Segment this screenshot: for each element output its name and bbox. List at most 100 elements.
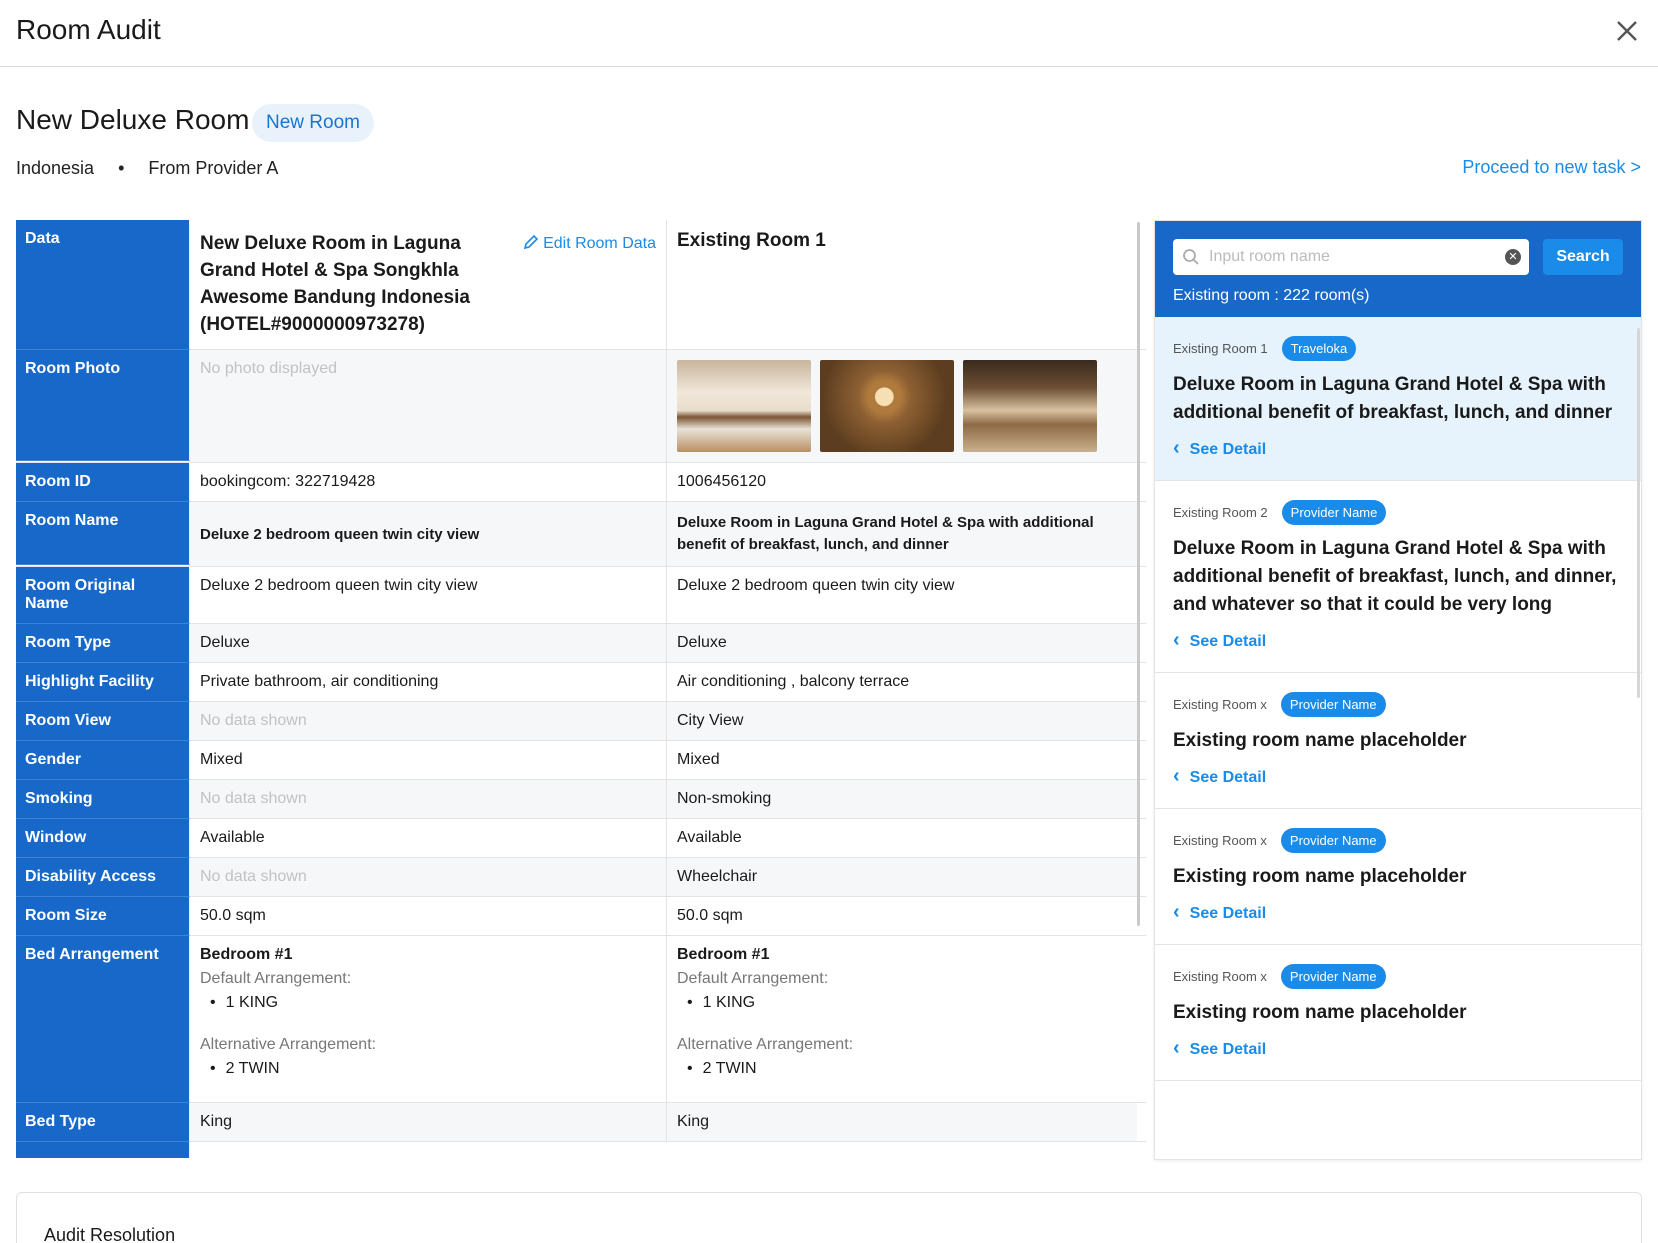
table-scrollbar[interactable]: [1137, 222, 1140, 926]
comparison-table: Data New Deluxe Room in Laguna Grand Hot…: [16, 220, 1146, 1158]
existing-room-card[interactable]: Existing Room x Provider Name Existing roo…: [1155, 673, 1641, 809]
default-arrangement-item: 1 KING: [687, 994, 1127, 1012]
existing-value-cell: Deluxe: [667, 624, 1137, 662]
existing-value-cell: Deluxe 2 bedroom queen twin city view: [677, 577, 955, 594]
existing-room-card[interactable]: Existing Room 1 Traveloka Deluxe Room in L…: [1155, 317, 1641, 481]
row-label: Disability Access: [16, 858, 190, 897]
existing-value-cell: City View: [667, 702, 1137, 740]
alt-arrangement-label: Alternative Arrangement:: [677, 1036, 854, 1053]
table-row: Room ID bookingcom: 322719428 1006456120: [16, 463, 1146, 502]
new-value-cell: King: [190, 1103, 667, 1141]
audit-title: Audit Resolution: [44, 1225, 176, 1243]
see-detail-link[interactable]: See Detail: [1173, 765, 1623, 808]
row-label: Room Size: [16, 897, 190, 936]
new-value-cell: 50.0 sqm: [190, 897, 667, 935]
room-photo[interactable]: [963, 360, 1097, 452]
existing-room-name: Existing room name placeholder: [1173, 730, 1467, 751]
new-value-cell: No data shown: [190, 780, 667, 818]
modal-title: Room Audit: [16, 14, 161, 45]
row-label: Window: [16, 819, 190, 858]
existing-value-cell: 1006456120: [677, 473, 766, 490]
row-label: Room ID: [16, 463, 190, 502]
table-row: Room Size 50.0 sqm 50.0 sqm: [16, 897, 1146, 936]
panel-scrollbar[interactable]: [1637, 328, 1640, 698]
page-title: New Deluxe Room: [16, 104, 250, 135]
room-meta: Indonesia • From Provider A: [16, 158, 278, 179]
new-value-cell: Deluxe: [190, 624, 667, 662]
row-label: Room Photo: [16, 350, 190, 461]
table-row: Disability Access No data shown Wheelchair: [16, 858, 1146, 897]
existing-room-name: Deluxe Room in Laguna Grand Hotel & Spa …: [1173, 374, 1613, 423]
new-room-name: New Deluxe Room in Laguna Grand Hotel & …: [200, 233, 470, 335]
existing-value-cell: Mixed: [677, 751, 720, 768]
default-arrangement-label: Default Arrangement:: [677, 970, 829, 987]
row-label: Room View: [16, 702, 190, 741]
proceed-link[interactable]: Proceed to new task >: [1462, 157, 1641, 178]
see-detail-link[interactable]: See Detail: [1173, 437, 1623, 480]
no-photo-text: No photo displayed: [190, 350, 667, 462]
table-row: Gender Mixed Mixed: [16, 741, 1146, 780]
existing-room-card[interactable]: Existing Room x Provider Name Existing roo…: [1155, 945, 1641, 1081]
table-row-photo: Room Photo No photo displayed: [16, 350, 1146, 463]
room-photo[interactable]: [820, 360, 954, 452]
existing-room-label: Existing Room 2: [1173, 504, 1268, 520]
see-detail-link[interactable]: See Detail: [1173, 901, 1623, 944]
new-value-cell: Mixed: [190, 741, 667, 779]
existing-room-label: Existing Room x: [1173, 832, 1267, 848]
new-value-cell: No data shown: [190, 858, 667, 896]
clear-icon[interactable]: ✕: [1505, 249, 1521, 265]
table-row: Smoking No data shown Non-smoking: [16, 780, 1146, 819]
provider-badge: Traveloka: [1281, 335, 1357, 361]
row-label: Highlight Facility: [16, 663, 190, 702]
edit-room-data-link[interactable]: Edit Room Data: [523, 230, 656, 257]
modal-header: Room Audit: [0, 0, 1658, 67]
row-label: Room Type: [16, 624, 190, 663]
alt-arrangement-item: 2 TWIN: [687, 1060, 1127, 1078]
existing-value-cell: Air conditioning , balcony terrace: [677, 673, 910, 690]
table-row: Room Original Name Deluxe 2 bedroom queen…: [16, 567, 1146, 624]
default-arrangement-item: 1 KING: [210, 994, 656, 1012]
existing-room-label: Existing Room x: [1173, 968, 1267, 984]
alt-arrangement-item: 2 TWIN: [210, 1060, 656, 1078]
close-icon[interactable]: [1614, 18, 1640, 44]
provider-badge: Provider Name: [1280, 691, 1386, 717]
room-photo[interactable]: [677, 360, 811, 452]
bedroom-title: Bedroom #1: [200, 946, 293, 963]
table-row-bed-arrangement: Bed Arrangement Bedroom #1 Default Arran…: [16, 936, 1146, 1103]
existing-room-title: Existing Room 1: [677, 230, 826, 251]
search-button[interactable]: Search: [1543, 239, 1623, 275]
existing-room-label: Existing Room x: [1173, 696, 1267, 712]
existing-value-cell: Deluxe Room in Laguna Grand Hotel & Spa …: [667, 502, 1137, 566]
bedroom-title: Bedroom #1: [677, 946, 770, 963]
existing-room-name: Existing room name placeholder: [1173, 866, 1467, 887]
table-row: Window Available Available: [16, 819, 1146, 858]
table-row: Room Name Deluxe 2 bedroom queen twin cit…: [16, 502, 1146, 567]
see-detail-link[interactable]: See Detail: [1173, 1037, 1623, 1080]
existing-room-name: Existing room name placeholder: [1173, 1002, 1467, 1023]
see-detail-link[interactable]: See Detail: [1173, 629, 1623, 672]
alt-arrangement-label: Alternative Arrangement:: [200, 1036, 377, 1053]
table-row: Room View No data shown City View: [16, 702, 1146, 741]
panel-header: ✕ Search Existing room : 222 room(s): [1155, 221, 1641, 317]
room-count: Existing room : 222 room(s): [1173, 287, 1370, 304]
existing-room-card[interactable]: Existing Room x Provider Name Existing roo…: [1155, 809, 1641, 945]
new-value-cell: No data shown: [190, 702, 667, 740]
pencil-icon: [523, 234, 539, 250]
table-row-bed-type: Bed Type King King: [16, 1103, 1146, 1142]
new-value-cell: Deluxe 2 bedroom queen twin city view: [190, 502, 667, 566]
search-input[interactable]: [1209, 239, 1499, 275]
existing-room-card[interactable]: Existing Room 2 Provider Name Deluxe Room …: [1155, 481, 1641, 673]
search-field[interactable]: ✕: [1173, 239, 1529, 275]
existing-value-cell: Non-smoking: [667, 780, 1137, 818]
country-text: Indonesia: [16, 158, 95, 178]
edit-label: Edit Room Data: [543, 235, 656, 252]
existing-value-cell: Available: [677, 829, 742, 846]
row-label: Data: [16, 220, 190, 350]
provider-text: From Provider A: [148, 158, 279, 178]
provider-badge: Provider Name: [1280, 963, 1386, 989]
row-label: Room Name: [16, 502, 190, 565]
provider-badge: Provider Name: [1281, 499, 1387, 525]
row-label: Bed Arrangement: [16, 936, 190, 1103]
row-label: Smoking: [16, 780, 190, 819]
audit-resolution-section: Audit Resolution: [16, 1192, 1642, 1243]
